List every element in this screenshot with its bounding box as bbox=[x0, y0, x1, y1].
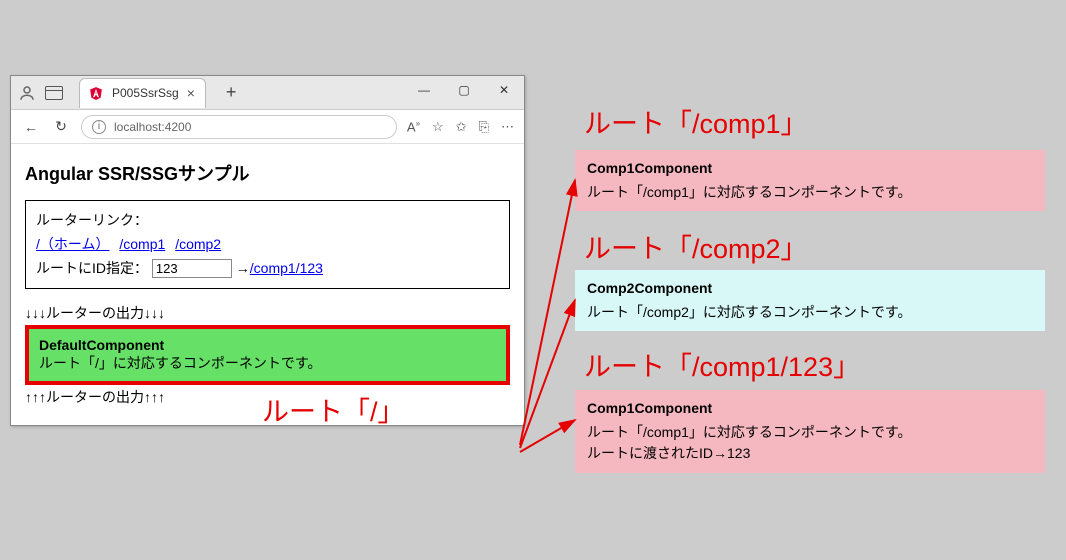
card-comp1id-body2: ルートに渡されたID→123 bbox=[587, 443, 1033, 465]
id-row: ルートにID指定： →/comp1/123 bbox=[36, 257, 499, 281]
url-text: localhost:4200 bbox=[114, 120, 191, 134]
favorites-bar-icon[interactable]: ✩ bbox=[456, 119, 467, 135]
links-row: /（ホーム） /comp1 /comp2 bbox=[36, 233, 499, 257]
site-info-icon[interactable]: i bbox=[92, 120, 106, 134]
collections-icon[interactable]: ⎘ bbox=[479, 119, 489, 135]
angular-favicon-icon bbox=[88, 85, 104, 101]
page-content: Angular SSR/SSGサンプル ルーターリンク： /（ホーム） /com… bbox=[11, 144, 524, 425]
favorite-icon[interactable]: ☆ bbox=[432, 119, 444, 135]
id-arrow: → bbox=[236, 260, 250, 276]
links-label: ルーターリンク： bbox=[36, 209, 499, 233]
maximize-button[interactable]: ▢ bbox=[444, 76, 484, 104]
card-comp1-body: ルート「/comp1」に対応するコンポーネントです。 bbox=[587, 182, 1033, 204]
card-comp1-title: Comp1Component bbox=[587, 158, 1033, 180]
tab-close-icon[interactable]: × bbox=[187, 85, 195, 101]
profile-icon[interactable] bbox=[17, 83, 37, 103]
card-comp1id-body1: ルート「/comp1」に対応するコンポーネントです。 bbox=[587, 422, 1033, 444]
annotation-route-comp1id: ルート「/comp1/123」 bbox=[584, 345, 860, 384]
tabs-overview-icon[interactable] bbox=[45, 86, 63, 100]
output-component-name: DefaultComponent bbox=[39, 337, 164, 353]
browser-window: P005SsrSsg × + — ▢ ✕ ← ↻ i localhost:420… bbox=[10, 75, 525, 426]
route-id-input[interactable] bbox=[152, 259, 232, 278]
more-icon[interactable]: ⋯ bbox=[501, 119, 514, 135]
id-label: ルートにID指定： bbox=[36, 260, 148, 276]
card-comp2-body: ルート「/comp2」に対応するコンポーネントです。 bbox=[587, 302, 1033, 324]
addrbar-icons: A» ☆ ✩ ⎘ ⋯ bbox=[407, 119, 514, 135]
reload-button[interactable]: ↻ bbox=[51, 118, 71, 135]
card-comp2-title: Comp2Component bbox=[587, 278, 1033, 300]
card-comp2: Comp2Component ルート「/comp2」に対応するコンポーネントです… bbox=[575, 270, 1045, 331]
router-links-box: ルーターリンク： /（ホーム） /comp1 /comp2 ルートにID指定： … bbox=[25, 200, 510, 289]
link-home[interactable]: /（ホーム） bbox=[36, 236, 109, 252]
card-comp1id-title: Comp1Component bbox=[587, 398, 1033, 420]
new-tab-button[interactable]: + bbox=[220, 82, 243, 103]
tab-title: P005SsrSsg bbox=[112, 86, 179, 100]
annotation-route-root: ルート「/」 bbox=[262, 390, 405, 429]
close-button[interactable]: ✕ bbox=[484, 76, 524, 104]
titlebar-left: P005SsrSsg × + bbox=[11, 78, 242, 108]
read-aloud-icon[interactable]: A» bbox=[407, 119, 420, 135]
page-title: Angular SSR/SSGサンプル bbox=[25, 160, 510, 186]
annotation-route-comp2: ルート「/comp2」 bbox=[584, 227, 808, 266]
window-controls: — ▢ ✕ bbox=[404, 76, 524, 104]
card-comp1id: Comp1Component ルート「/comp1」に対応するコンポーネントです… bbox=[575, 390, 1045, 473]
output-arrows-down: ↓↓↓ルーターの出力↓↓↓ bbox=[25, 303, 510, 323]
annotation-route-comp1: ルート「/comp1」 bbox=[584, 102, 808, 141]
output-body: ルート「/」に対応するコンポーネントです。 bbox=[39, 353, 496, 373]
link-comp1-id[interactable]: /comp1/123 bbox=[250, 260, 323, 276]
back-button[interactable]: ← bbox=[21, 119, 41, 135]
url-input[interactable]: i localhost:4200 bbox=[81, 115, 397, 139]
browser-tab[interactable]: P005SsrSsg × bbox=[79, 78, 206, 108]
link-comp2[interactable]: /comp2 bbox=[175, 236, 221, 252]
card-comp1: Comp1Component ルート「/comp1」に対応するコンポーネントです… bbox=[575, 150, 1045, 211]
router-output: DefaultComponent ルート「/」に対応するコンポーネントです。 bbox=[25, 325, 510, 385]
link-comp1[interactable]: /comp1 bbox=[119, 236, 165, 252]
address-bar: ← ↻ i localhost:4200 A» ☆ ✩ ⎘ ⋯ bbox=[11, 110, 524, 144]
browser-titlebar: P005SsrSsg × + — ▢ ✕ bbox=[11, 76, 524, 110]
minimize-button[interactable]: — bbox=[404, 76, 444, 104]
